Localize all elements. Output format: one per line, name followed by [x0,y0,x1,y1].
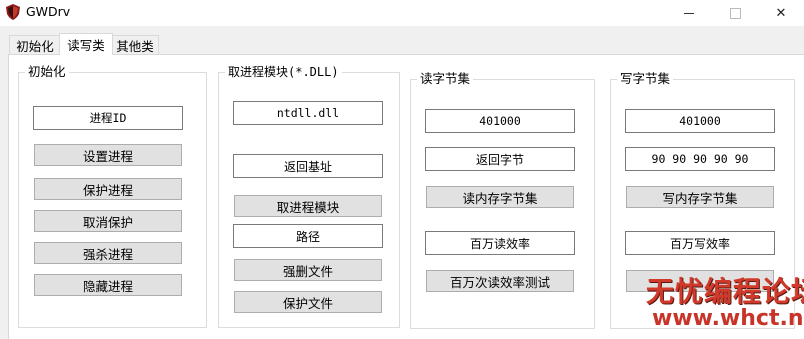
tab-init[interactable]: 初始化 [9,35,61,54]
close-button[interactable]: ✕ [758,0,804,26]
read-efficiency-field[interactable]: 百万读效率 [425,231,575,255]
force-delete-button[interactable]: 强删文件 [234,259,382,281]
write-memory-button[interactable]: 写内存字节集 [626,186,774,208]
read-efficiency-test-button[interactable]: 百万次读效率测试 [426,270,574,292]
protect-file-button[interactable]: 保护文件 [234,291,382,313]
write-address-field[interactable]: 401000 [625,109,775,133]
get-module-button[interactable]: 取进程模块 [234,195,382,217]
pid-field[interactable]: 进程ID [33,106,183,130]
shield-icon [6,4,20,20]
minimize-button[interactable] [666,0,712,26]
watermark-url: www.whct.net [652,306,804,331]
watermark-title: 无忧编程论坛 [646,275,804,308]
set-process-button[interactable]: 设置进程 [34,144,182,166]
write-group-title: 写字节集 [617,72,674,86]
protect-process-button[interactable]: 保护进程 [34,178,182,200]
site-watermark: 无忧编程论坛 www.whct.net [640,268,804,338]
write-bytes-field[interactable]: 90 90 90 90 90 [625,147,775,171]
title-bar: GWDrv ✕ [0,0,804,26]
path-field[interactable]: 路径 [233,224,383,248]
hide-process-button[interactable]: 隐藏进程 [34,274,182,296]
base-address-field[interactable]: 返回基址 [233,154,383,178]
read-result-field[interactable]: 返回字节 [425,147,575,171]
read-address-field[interactable]: 401000 [425,109,575,133]
init-group-title: 初始化 [25,65,69,79]
read-memory-button[interactable]: 读内存字节集 [426,186,574,208]
write-efficiency-field[interactable]: 百万写效率 [625,231,775,255]
close-icon: ✕ [775,5,787,21]
module-group-title: 取进程模块(*.DLL) [225,65,342,79]
read-group-title: 读字节集 [417,72,474,86]
kill-process-button[interactable]: 强杀进程 [34,242,182,264]
maximize-icon [729,7,741,19]
window-title: GWDrv [26,4,71,19]
init-group: 初始化 进程ID 设置进程 保护进程 取消保护 强杀进程 隐藏进程 [18,65,207,328]
read-group: 读字节集 401000 返回字节 读内存字节集 百万读效率 百万次读效率测试 [410,72,595,329]
tab-readwrite[interactable]: 读写类 [59,33,113,55]
unprotect-button[interactable]: 取消保护 [34,210,182,232]
tab-other[interactable]: 其他类 [111,35,159,54]
minimize-icon [684,12,694,14]
module-name-field[interactable]: ntdll.dll [233,101,383,125]
module-group: 取进程模块(*.DLL) ntdll.dll 返回基址 取进程模块 路径 强删文… [218,65,400,328]
maximize-button[interactable] [712,0,758,26]
